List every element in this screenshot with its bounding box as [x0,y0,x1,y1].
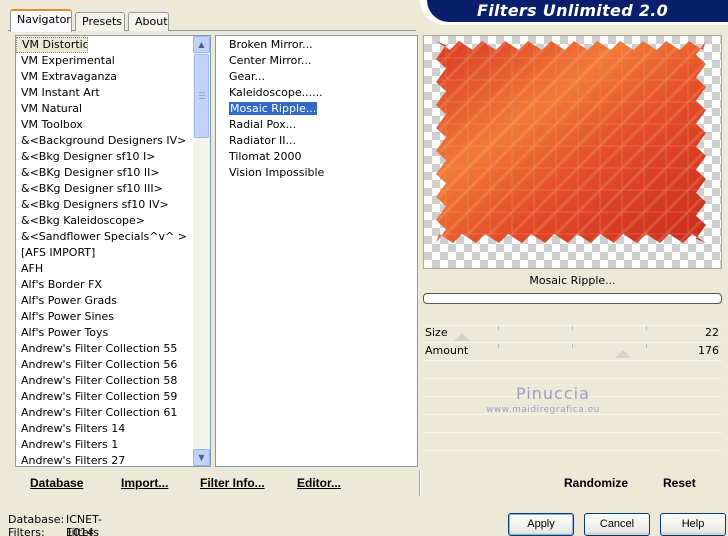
toolbar-divider [419,470,421,496]
filters-count-value: 1014 [66,526,94,536]
category-item[interactable]: &<Bkg Designer sf10 I> [16,149,194,165]
category-item[interactable]: Andrew's Filter Collection 59 [16,389,194,405]
separator [423,450,722,451]
editor-button[interactable]: Editor... [297,476,341,490]
category-item[interactable]: VM Toolbox [16,117,194,133]
slider-tick [498,344,499,348]
slider-tick [646,326,647,330]
filter-item[interactable]: Mosaic Ripple... [216,101,417,117]
param-size-label: Size [425,326,448,339]
app-title-banner: Filters Unlimited 2.0 [427,0,728,22]
filter-items: Broken Mirror... Center Mirror... Gear... K… [216,36,417,181]
separator [423,378,722,379]
preview-tiles [436,41,706,243]
amount-slider-knob[interactable] [615,350,632,358]
filter-item[interactable]: Gear... [216,69,417,85]
category-item[interactable]: &<Bkg Kaleidoscope> [16,213,194,229]
category-item[interactable]: VM Experimental [16,53,194,69]
filter-item[interactable]: Tilomat 2000 [216,149,417,165]
category-item[interactable]: Andrew's Filters 27 [16,453,194,469]
import-button[interactable]: Import... [121,476,168,490]
slider-tick [646,344,647,348]
category-item[interactable]: VM Natural [16,101,194,117]
reset-button[interactable]: Reset [663,476,696,490]
category-item[interactable]: &<Bkg Designers sf10 IV> [16,197,194,213]
param-amount-value: 176 [698,344,719,357]
filter-item[interactable]: Vision Impossible [216,165,417,181]
category-item[interactable]: &<BKg Designer sf10 III> [16,181,194,197]
filter-list[interactable]: Broken Mirror... Center Mirror... Gear... K… [215,35,418,467]
chevron-down-icon: ▼ [198,453,205,462]
category-item[interactable]: &<Sandflower Specials^v^ > [16,229,194,245]
filter-item[interactable]: Broken Mirror... [216,37,417,53]
filters-count-info: Filters: 1014 [8,526,94,536]
grip-line [199,95,205,96]
category-item[interactable]: Alf's Power Toys [16,325,194,341]
chevron-up-icon: ▲ [198,40,205,49]
param-size-value: 22 [705,326,719,339]
filter-item[interactable]: Kaleidoscope...... [216,85,417,101]
scroll-down-button[interactable]: ▼ [193,449,210,466]
tab-navigator-label: Navigator [17,13,71,26]
category-item[interactable]: Andrew's Filter Collection 55 [16,341,194,357]
scroll-thumb[interactable] [194,54,209,138]
category-item[interactable]: Andrew's Filters 14 [16,421,194,437]
database-button[interactable]: Database [30,476,83,490]
filters-count-label: Filters: [8,526,45,536]
category-item[interactable]: Andrew's Filter Collection 58 [16,373,194,389]
watermark-url: www.maidiregrafica.eu [486,405,600,415]
tab-presets[interactable]: Presets [75,12,125,31]
category-item[interactable]: VM Instant Art [16,85,194,101]
database-info: Database: ICNET-Filters [8,513,102,536]
category-scrollbar[interactable]: ▲ ▼ [193,36,210,466]
category-item[interactable]: &<Background Designers IV> [16,133,194,149]
current-filter-name: Mosaic Ripple... [529,274,616,287]
category-item[interactable]: Andrew's Filter Collection 61 [16,405,194,421]
filter-item[interactable]: Center Mirror... [216,53,417,69]
slider-tick [498,326,499,330]
database-info-label: Database: [8,513,65,526]
tab-about-label: About [135,15,168,28]
tab-about[interactable]: About [128,12,169,31]
category-items: VM DistortionVM ExperimentalVM Extravaga… [16,37,194,469]
category-item[interactable]: VM Extravaganza [16,69,194,85]
slider-tick [572,344,573,348]
filter-item[interactable]: Radial Pox... [216,117,417,133]
param-amount-label: Amount [425,344,469,357]
grip-line [199,98,205,99]
filter-info-button[interactable]: Filter Info... [200,476,265,490]
progress-bar [423,293,722,304]
apply-button[interactable]: Apply [508,513,574,536]
filter-preview [423,35,722,269]
filter-item[interactable]: Radiator II... [216,133,417,149]
category-item[interactable]: [AFS IMPORT] [16,245,194,261]
category-item[interactable]: Andrew's Filters 1 [16,437,194,453]
category-item[interactable]: VM Distortion [16,37,88,53]
grip-line [199,92,205,93]
separator [423,432,722,433]
tab-presets-label: Presets [82,15,123,28]
category-item[interactable]: Alf's Power Grads [16,293,194,309]
separator [423,360,722,361]
category-list[interactable]: VM DistortionVM ExperimentalVM Extravaga… [15,35,211,467]
cancel-button[interactable]: Cancel [584,513,650,536]
help-button[interactable]: Help [660,513,726,536]
slider-tick [572,326,573,330]
tab-navigator[interactable]: Navigator [10,9,72,32]
scroll-up-button[interactable]: ▲ [193,36,210,53]
size-slider-knob[interactable] [454,333,471,341]
category-item[interactable]: Andrew's Filter Collection 56 [16,357,194,373]
category-item[interactable]: &<BKg Designer sf10 II> [16,165,194,181]
watermark-name: Pinuccia [516,384,590,403]
randomize-button[interactable]: Randomize [564,476,628,490]
category-item[interactable]: AFH [16,261,194,277]
category-item[interactable]: Alf's Border FX [16,277,194,293]
category-item[interactable]: Alf's Power Sines [16,309,194,325]
app-title: Filters Unlimited 2.0 [477,1,669,20]
preview-image [436,41,706,243]
